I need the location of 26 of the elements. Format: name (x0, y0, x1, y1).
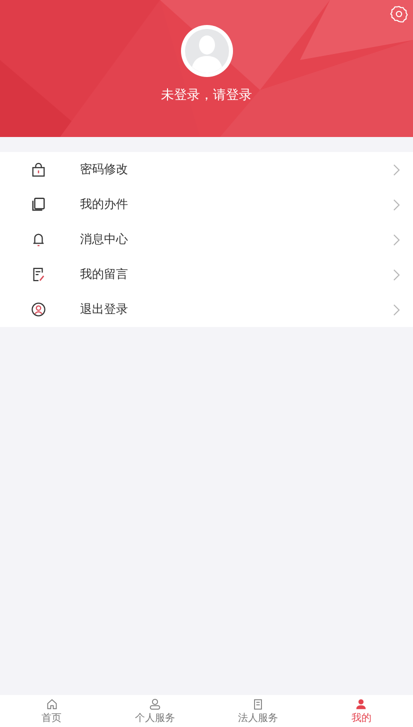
chevron-icon (393, 198, 400, 210)
tab[interactable]: 个人服务 (103, 695, 206, 727)
chevron-icon (393, 164, 400, 176)
menu-item[interactable]: 密码修改 (0, 152, 413, 187)
documents-icon (31, 197, 46, 212)
person-icon (148, 698, 161, 710)
building-icon (252, 698, 264, 710)
tab[interactable]: 法人服务 (206, 695, 310, 727)
chevron-icon (393, 268, 400, 280)
tab[interactable]: 我的 (310, 695, 413, 727)
person-icon (355, 698, 368, 710)
home-icon (46, 698, 58, 710)
chevron-icon (393, 304, 400, 316)
avatar[interactable] (180, 25, 232, 77)
menu-item[interactable]: 我的留言 (0, 257, 413, 292)
login-prompt[interactable]: 未登录，请登录 (161, 86, 252, 104)
note-icon (31, 267, 46, 282)
tab[interactable]: 首页 (0, 695, 104, 727)
menu-item[interactable]: 消息中心 (0, 222, 413, 257)
user-icon (31, 302, 46, 317)
menu-item[interactable]: 我的办件 (0, 187, 413, 222)
lock-icon (31, 162, 46, 177)
bell-icon (31, 232, 46, 247)
settings-icon[interactable] (390, 5, 408, 23)
menu-item[interactable]: 退出登录 (0, 292, 413, 327)
chevron-icon (393, 234, 400, 246)
